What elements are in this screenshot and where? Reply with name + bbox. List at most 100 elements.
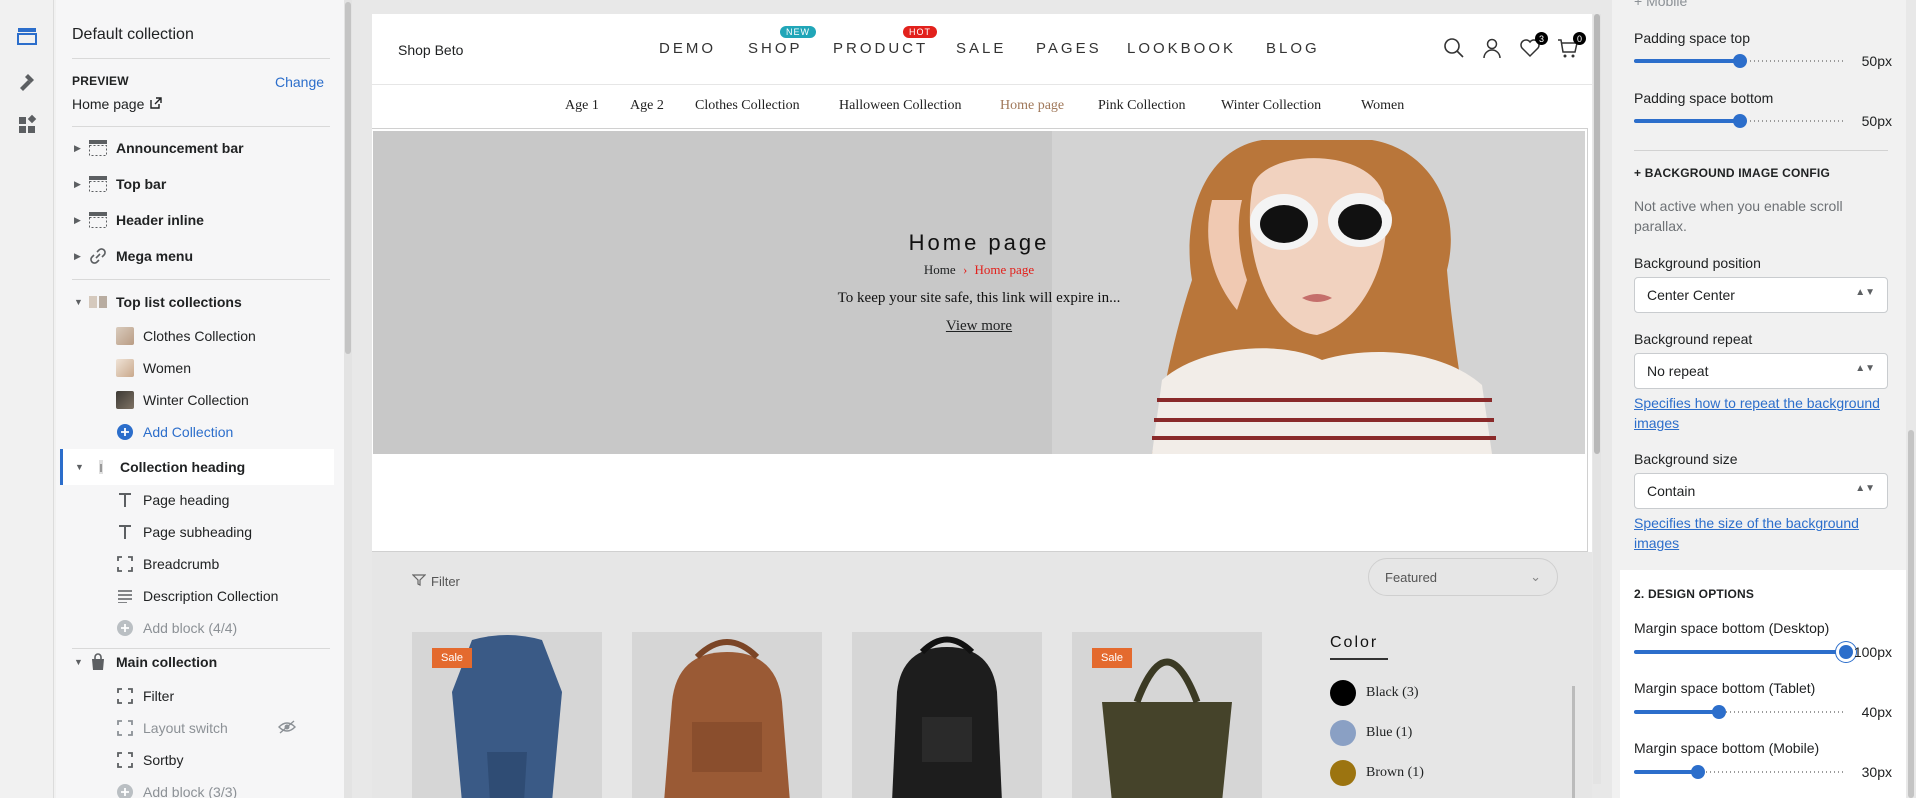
- search-icon[interactable]: [1442, 36, 1466, 60]
- subnav-home-page[interactable]: Home page: [1000, 98, 1064, 114]
- bg-size-help-link[interactable]: Specifies the size of the background ima…: [1634, 513, 1884, 553]
- subnav-winter-collection[interactable]: Winter Collection: [1221, 98, 1321, 114]
- padding-bottom-slider[interactable]: [1634, 113, 1846, 129]
- filter-label: Filter: [431, 574, 460, 589]
- preview-scrollbar[interactable]: [1593, 14, 1601, 784]
- block-winter-collection[interactable]: Winter Collection: [56, 384, 346, 416]
- slider-handle[interactable]: [1733, 54, 1747, 68]
- nav-demo[interactable]: DEMO: [659, 40, 716, 57]
- subnav-age-1[interactable]: Age 1: [565, 98, 599, 114]
- padding-top-slider[interactable]: [1634, 53, 1846, 69]
- block-page-subheading[interactable]: Page subheading: [56, 516, 346, 548]
- slider-handle[interactable]: [1711, 705, 1726, 719]
- block-breadcrumb[interactable]: Breadcrumb: [56, 548, 346, 580]
- app-embeds-icon[interactable]: [13, 111, 41, 139]
- color-option-blue[interactable]: Blue (1): [1330, 720, 1412, 746]
- block-layout-switch[interactable]: Layout switch: [56, 712, 346, 744]
- nav-blog[interactable]: BLOG: [1266, 40, 1320, 57]
- margin-mobile-label: Margin space bottom (Mobile): [1634, 740, 1820, 756]
- cart-icon[interactable]: 0: [1556, 32, 1586, 60]
- block-label: Clothes Collection: [143, 328, 256, 344]
- preview-page[interactable]: Home page: [72, 96, 163, 112]
- subnav-age-2[interactable]: Age 2: [630, 98, 664, 114]
- bg-config-toggle[interactable]: + BACKGROUND IMAGE CONFIG: [1634, 166, 1830, 180]
- collection-thumbnail: [116, 359, 134, 377]
- nav-shop[interactable]: SHOP NEW: [748, 26, 816, 57]
- section-header-inline[interactable]: ▶ Header inline: [56, 204, 346, 236]
- frame-icon: [116, 719, 134, 737]
- subnav-women[interactable]: Women: [1361, 98, 1404, 114]
- settings-panel: + Mobile Padding space top 50px Padding …: [1612, 0, 1916, 798]
- slider-handle[interactable]: [1733, 114, 1747, 128]
- margin-tablet-slider[interactable]: [1634, 704, 1846, 720]
- margin-mobile-slider[interactable]: [1634, 764, 1846, 780]
- select-value: Center Center: [1647, 287, 1735, 303]
- block-clothes-collection[interactable]: Clothes Collection: [56, 320, 346, 352]
- wishlist-icon[interactable]: 3: [1518, 32, 1548, 60]
- block-women[interactable]: Women: [56, 352, 346, 384]
- bg-position-select[interactable]: Center Center ▲▼: [1634, 277, 1888, 313]
- margin-desktop-label: Margin space bottom (Desktop): [1634, 620, 1830, 636]
- section-top-bar[interactable]: ▶ Top bar: [56, 168, 346, 200]
- nav-lookbook[interactable]: LOOKBOOK: [1127, 40, 1236, 57]
- caret-down-icon[interactable]: ▼: [74, 297, 83, 307]
- nav-pages[interactable]: PAGES: [1036, 40, 1102, 57]
- filter-button[interactable]: Filter: [411, 574, 460, 589]
- block-filter[interactable]: Filter: [56, 680, 346, 712]
- color-option-brown[interactable]: Brown (1): [1330, 760, 1424, 786]
- section-label: Top bar: [116, 176, 167, 192]
- theme-settings-icon[interactable]: [13, 67, 41, 95]
- panel-title: Default collection: [72, 26, 194, 43]
- section-mega-menu[interactable]: ▶ Mega menu: [56, 240, 346, 272]
- color-option-black[interactable]: Black (3): [1330, 680, 1418, 706]
- text-icon: [116, 523, 134, 541]
- caret-down-icon[interactable]: ▼: [75, 462, 84, 472]
- subnav-pink-collection[interactable]: Pink Collection: [1098, 98, 1186, 114]
- cart-count: 0: [1573, 32, 1586, 45]
- margin-desktop-slider[interactable]: [1634, 644, 1853, 660]
- caret-right-icon[interactable]: ▶: [74, 179, 81, 190]
- add-block-button[interactable]: Add block (3/3): [56, 776, 346, 798]
- add-collection-button[interactable]: Add Collection: [56, 416, 346, 448]
- caret-right-icon[interactable]: ▶: [74, 251, 81, 262]
- section-announcement-bar[interactable]: ▶ Announcement bar: [56, 132, 346, 164]
- bg-size-select[interactable]: Contain ▲▼: [1634, 473, 1888, 509]
- margin-tablet-value: 40px: [1861, 704, 1892, 720]
- block-page-heading[interactable]: Page heading: [56, 484, 346, 516]
- block-description-collection[interactable]: Description Collection: [56, 580, 346, 612]
- nav-sale[interactable]: SALE: [956, 40, 1006, 57]
- block-sortby[interactable]: Sortby: [56, 744, 346, 776]
- sale-badge: Sale: [432, 648, 473, 668]
- store-logo[interactable]: Shop Beto: [398, 42, 463, 58]
- section-collection-heading[interactable]: ▼ Collection heading: [60, 449, 334, 485]
- panel-scrollbar[interactable]: [344, 0, 352, 798]
- frame-icon: [116, 687, 134, 705]
- caret-right-icon[interactable]: ▶: [74, 215, 81, 226]
- sort-select[interactable]: Featured ⌄: [1368, 558, 1558, 596]
- change-preview-link[interactable]: Change: [275, 74, 324, 90]
- product-image[interactable]: [632, 632, 822, 798]
- subnav-halloween-collection[interactable]: Halloween Collection: [839, 98, 961, 114]
- color-list-scrollbar[interactable]: [1572, 686, 1575, 798]
- section-top-list-collections[interactable]: ▼ Top list collections: [56, 286, 346, 318]
- bg-hint: Not active when you enable scroll parall…: [1634, 198, 1843, 234]
- section-main-collection[interactable]: ▼ Main collection: [56, 646, 346, 678]
- subnav-clothes-collection[interactable]: Clothes Collection: [695, 98, 800, 114]
- nav-product[interactable]: PRODUCT HOT: [833, 26, 937, 57]
- bg-repeat-help-link[interactable]: Specifies how to repeat the background i…: [1634, 393, 1884, 433]
- add-block-button[interactable]: Add block (4/4): [56, 612, 346, 644]
- slider-handle[interactable]: [1690, 765, 1705, 779]
- bg-repeat-select[interactable]: No repeat ▲▼: [1634, 353, 1888, 389]
- slider-handle[interactable]: [1839, 645, 1853, 659]
- padding-top-value: 50px: [1861, 53, 1892, 69]
- caret-down-icon[interactable]: ▼: [74, 657, 83, 667]
- hidden-eye-icon[interactable]: [278, 719, 296, 737]
- product-image[interactable]: [852, 632, 1042, 798]
- storefront-preview: Shop Beto DEMO SHOP NEW PRODUCT HOT SALE…: [372, 14, 1592, 798]
- settings-scrollbar[interactable]: [1906, 0, 1916, 798]
- caret-right-icon[interactable]: ▶: [74, 143, 81, 154]
- select-arrows-icon: ▲▼: [1855, 363, 1875, 374]
- block-label: Page heading: [143, 492, 230, 508]
- account-icon[interactable]: [1480, 36, 1504, 60]
- sections-icon[interactable]: [13, 22, 41, 50]
